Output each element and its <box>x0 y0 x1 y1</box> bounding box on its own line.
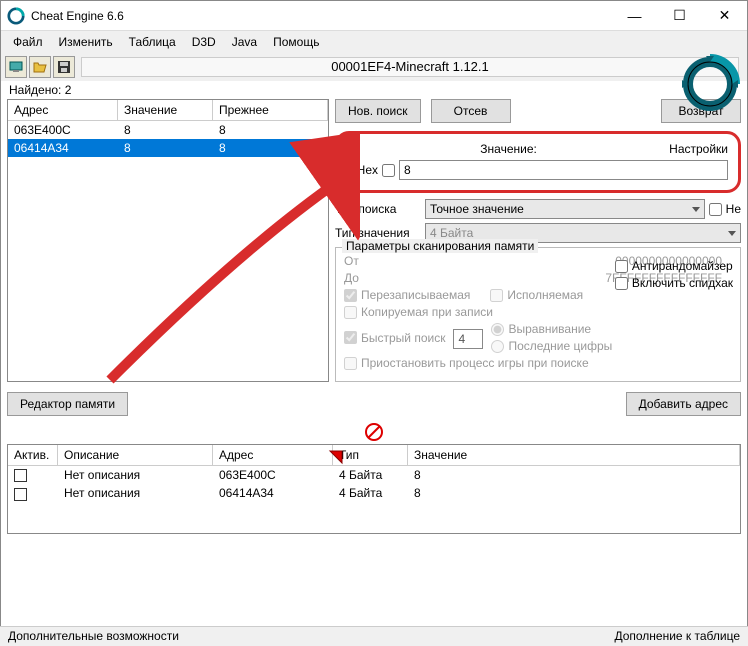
executable-checkbox <box>490 289 503 302</box>
fast-scan-checkbox <box>344 331 357 344</box>
pause-checkbox <box>344 357 357 370</box>
minimize-button[interactable]: — <box>612 1 657 30</box>
save-button[interactable] <box>53 56 75 78</box>
found-label: Найдено: 2 <box>1 81 747 99</box>
status-bar: Дополнительные возможности Дополнение к … <box>0 626 748 646</box>
add-to-list-icon[interactable] <box>328 449 344 465</box>
scan-params-title: Параметры сканирования памяти <box>342 239 538 253</box>
no-entry-icon <box>364 422 384 442</box>
active-checkbox[interactable] <box>14 469 27 482</box>
header-address[interactable]: Адрес <box>8 100 118 120</box>
writable-checkbox <box>344 289 357 302</box>
next-scan-button[interactable]: Отсев <box>431 99 511 123</box>
header-previous[interactable]: Прежнее <box>213 100 328 120</box>
header-value[interactable]: Значение <box>118 100 213 120</box>
open-process-button[interactable] <box>5 56 27 78</box>
menu-help[interactable]: Помощь <box>265 33 327 51</box>
toolbar: 00001EF4-Minecraft 1.12.1 <box>1 53 747 81</box>
from-label: От <box>344 254 364 268</box>
process-title: 00001EF4-Minecraft 1.12.1 <box>81 57 739 77</box>
scan-type-combo[interactable]: Точное значение <box>425 199 705 219</box>
app-icon <box>7 7 25 25</box>
not-checkbox[interactable] <box>709 203 722 216</box>
menu-java[interactable]: Java <box>224 33 265 51</box>
menu-edit[interactable]: Изменить <box>51 33 121 51</box>
anti-randomizer-checkbox[interactable] <box>615 260 628 273</box>
th-active[interactable]: Актив. <box>8 445 58 465</box>
alignment-radio <box>491 323 504 336</box>
titlebar: Cheat Engine 6.6 — ☐ ✕ <box>1 1 747 31</box>
menubar: Файл Изменить Таблица D3D Java Помощь <box>1 31 747 53</box>
maximize-button[interactable]: ☐ <box>657 1 702 30</box>
address-table[interactable]: Актив. Описание Адрес Тип Значение Нет о… <box>7 444 741 534</box>
hex-label: Hex <box>348 163 378 177</box>
address-row[interactable]: Нет описания 06414A34 4 Байта 8 <box>8 484 740 502</box>
scan-value-input[interactable] <box>399 160 728 180</box>
th-address[interactable]: Адрес <box>213 445 333 465</box>
not-label: Не <box>726 202 741 216</box>
table-extras-link[interactable]: Дополнение к таблице <box>614 629 740 644</box>
value-type-label: Тип значения <box>335 226 421 240</box>
memory-view-button[interactable]: Редактор памяти <box>7 392 128 416</box>
menu-file[interactable]: Файл <box>5 33 51 51</box>
open-file-button[interactable] <box>29 56 51 78</box>
value-label: Значение: <box>348 142 669 156</box>
advanced-options-link[interactable]: Дополнительные возможности <box>8 629 179 644</box>
results-header: Адрес Значение Прежнее <box>8 100 328 121</box>
last-digits-radio <box>491 340 504 353</box>
result-row[interactable]: 063E400C 8 8 <box>8 121 328 139</box>
cheat-engine-logo <box>680 54 740 114</box>
th-value[interactable]: Значение <box>408 445 740 465</box>
close-button[interactable]: ✕ <box>702 1 747 30</box>
active-checkbox[interactable] <box>14 488 27 501</box>
result-row[interactable]: 06414A34 8 8 <box>8 139 328 157</box>
menu-table[interactable]: Таблица <box>121 33 184 51</box>
floppy-icon <box>56 59 72 75</box>
folder-open-icon <box>32 59 48 75</box>
hex-checkbox[interactable] <box>382 164 395 177</box>
scan-results-list[interactable]: Адрес Значение Прежнее 063E400C 8 8 0641… <box>7 99 329 382</box>
cow-checkbox <box>344 306 357 319</box>
computer-icon <box>8 59 24 75</box>
menu-d3d[interactable]: D3D <box>184 33 224 51</box>
settings-link[interactable]: Настройки <box>669 142 728 156</box>
new-scan-button[interactable]: Нов. поиск <box>335 99 421 123</box>
fast-scan-value <box>453 329 483 349</box>
address-row[interactable]: Нет описания 063E400C 4 Байта 8 <box>8 466 740 484</box>
th-type[interactable]: Тип <box>333 445 408 465</box>
th-description[interactable]: Описание <box>58 445 213 465</box>
speedhack-checkbox[interactable] <box>615 277 628 290</box>
scan-type-label: Тип поиска <box>335 202 421 216</box>
add-address-button[interactable]: Добавить адрес <box>626 392 741 416</box>
value-box-highlight: Значение: Настройки Hex <box>335 131 741 193</box>
window-title: Cheat Engine 6.6 <box>31 9 612 23</box>
to-label: До <box>344 271 364 285</box>
